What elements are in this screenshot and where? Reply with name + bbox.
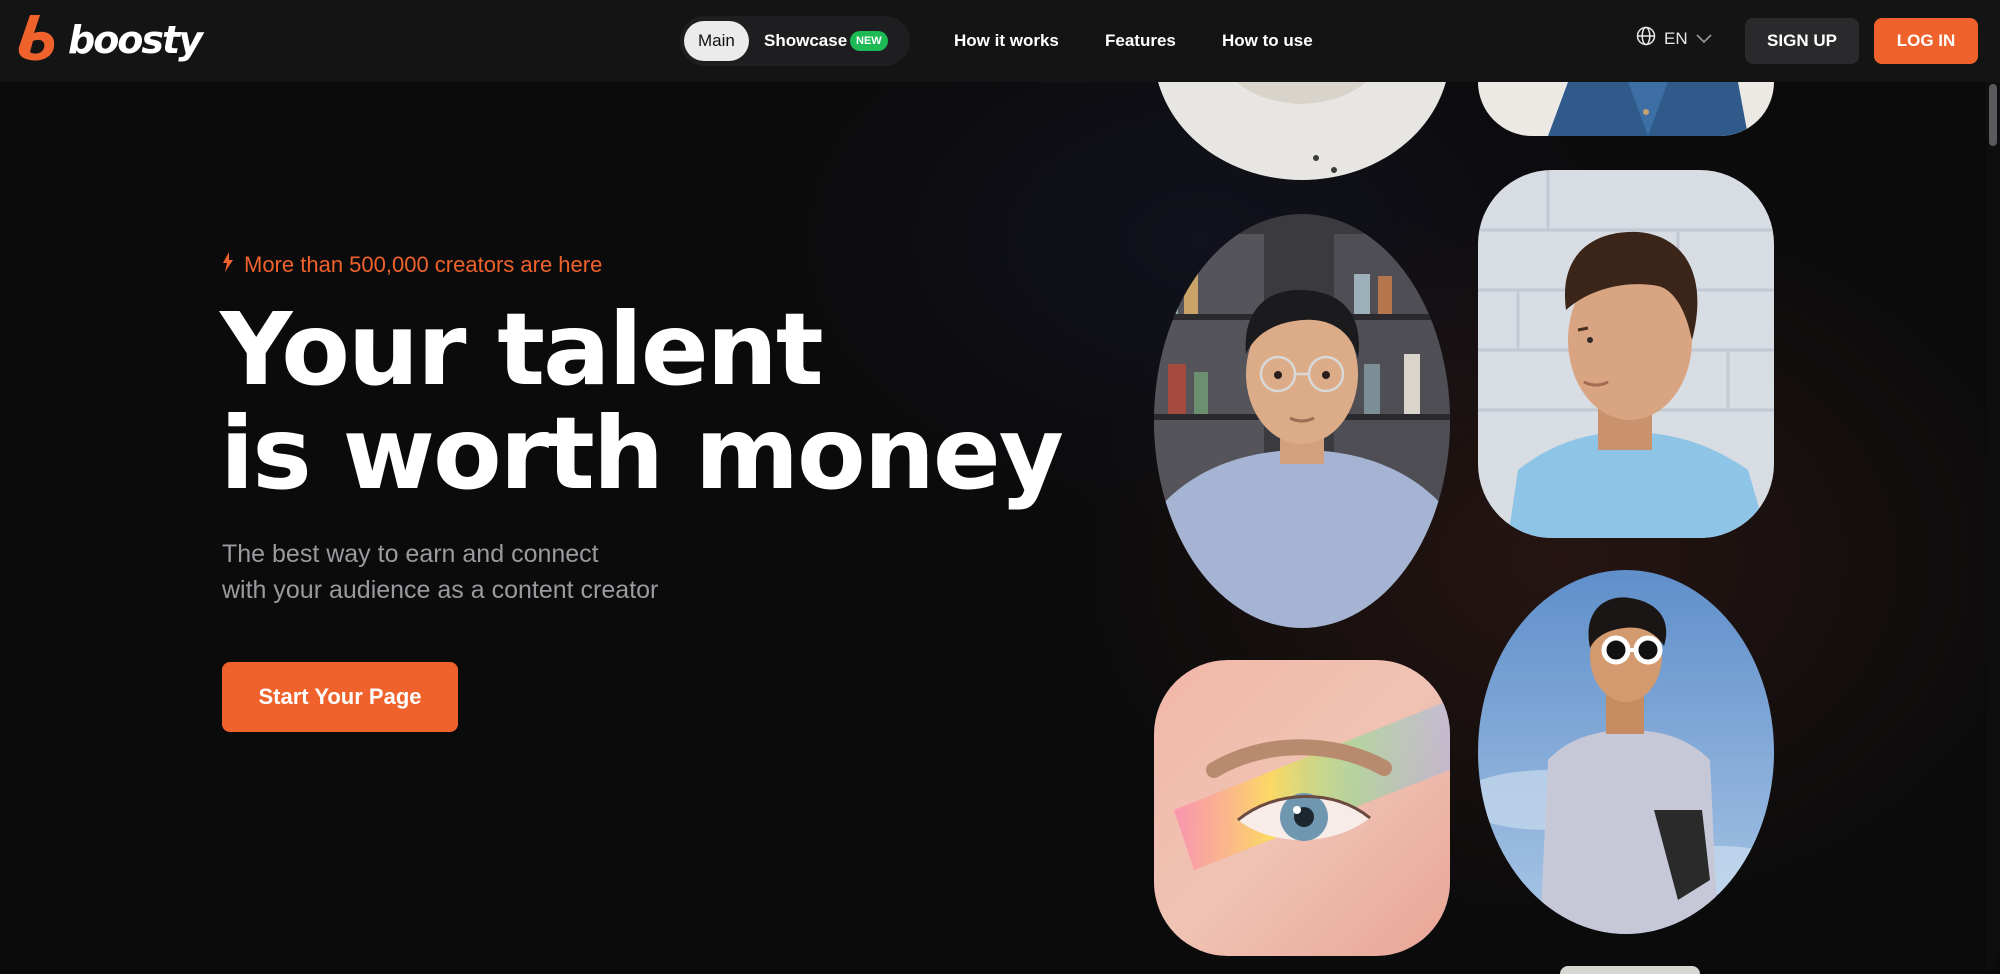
language-selector[interactable]: EN	[1636, 26, 1712, 51]
language-code: EN	[1664, 28, 1688, 48]
landing-page: boosty Main Showcase NEW How it works Fe…	[0, 0, 2000, 974]
page-scrollbar-thumb[interactable]	[1989, 84, 1997, 146]
creator-photo-top-right	[1478, 82, 1774, 136]
nav-link-how-it-works[interactable]: How it works	[954, 28, 1059, 54]
creators-count-tagline: More than 500,000 creators are here	[222, 252, 602, 278]
new-badge: NEW	[850, 31, 888, 51]
logo-wordmark: boosty	[68, 18, 203, 62]
creator-photo-eye-closeup	[1154, 660, 1450, 956]
headline-line-1: Your talent	[220, 291, 824, 408]
start-your-page-button[interactable]: Start Your Page	[222, 662, 458, 732]
tab-main[interactable]: Main	[684, 21, 749, 61]
creator-photo-bottom-partial	[1560, 966, 1700, 974]
creator-photo-man-profile	[1478, 170, 1774, 538]
nav-link-how-to-use[interactable]: How to use	[1222, 28, 1313, 54]
globe-icon	[1636, 26, 1656, 51]
subtitle-line-1: The best way to earn and connect	[222, 540, 599, 568]
headline-line-2: is worth money	[220, 395, 1064, 512]
boosty-logo[interactable]: boosty	[16, 13, 203, 68]
creator-photo-man-sunglasses	[1478, 570, 1774, 934]
top-navigation-bar: boosty Main Showcase NEW How it works Fe…	[0, 0, 2000, 82]
tab-showcase[interactable]: Showcase	[764, 21, 847, 61]
page-scrollbar-track[interactable]	[1986, 82, 2000, 974]
lightning-b-logo-icon	[16, 13, 58, 68]
tagline-text: More than 500,000 creators are here	[244, 252, 603, 277]
section-switcher: Main Showcase NEW	[680, 16, 910, 66]
nav-link-features[interactable]: Features	[1105, 28, 1176, 54]
sign-up-button[interactable]: SIGN UP	[1745, 18, 1859, 64]
creator-photo-man-glasses	[1154, 214, 1450, 628]
hero-headline: Your talent is worth money	[220, 298, 1064, 506]
lightning-icon	[222, 252, 234, 278]
hero-subtitle: The best way to earn and connect with yo…	[222, 536, 742, 608]
subtitle-line-2: with your audience as a content creator	[222, 576, 659, 604]
log-in-button[interactable]: LOG IN	[1874, 18, 1978, 64]
chevron-down-icon	[1696, 29, 1712, 49]
creator-photo-top-left	[1156, 82, 1446, 182]
